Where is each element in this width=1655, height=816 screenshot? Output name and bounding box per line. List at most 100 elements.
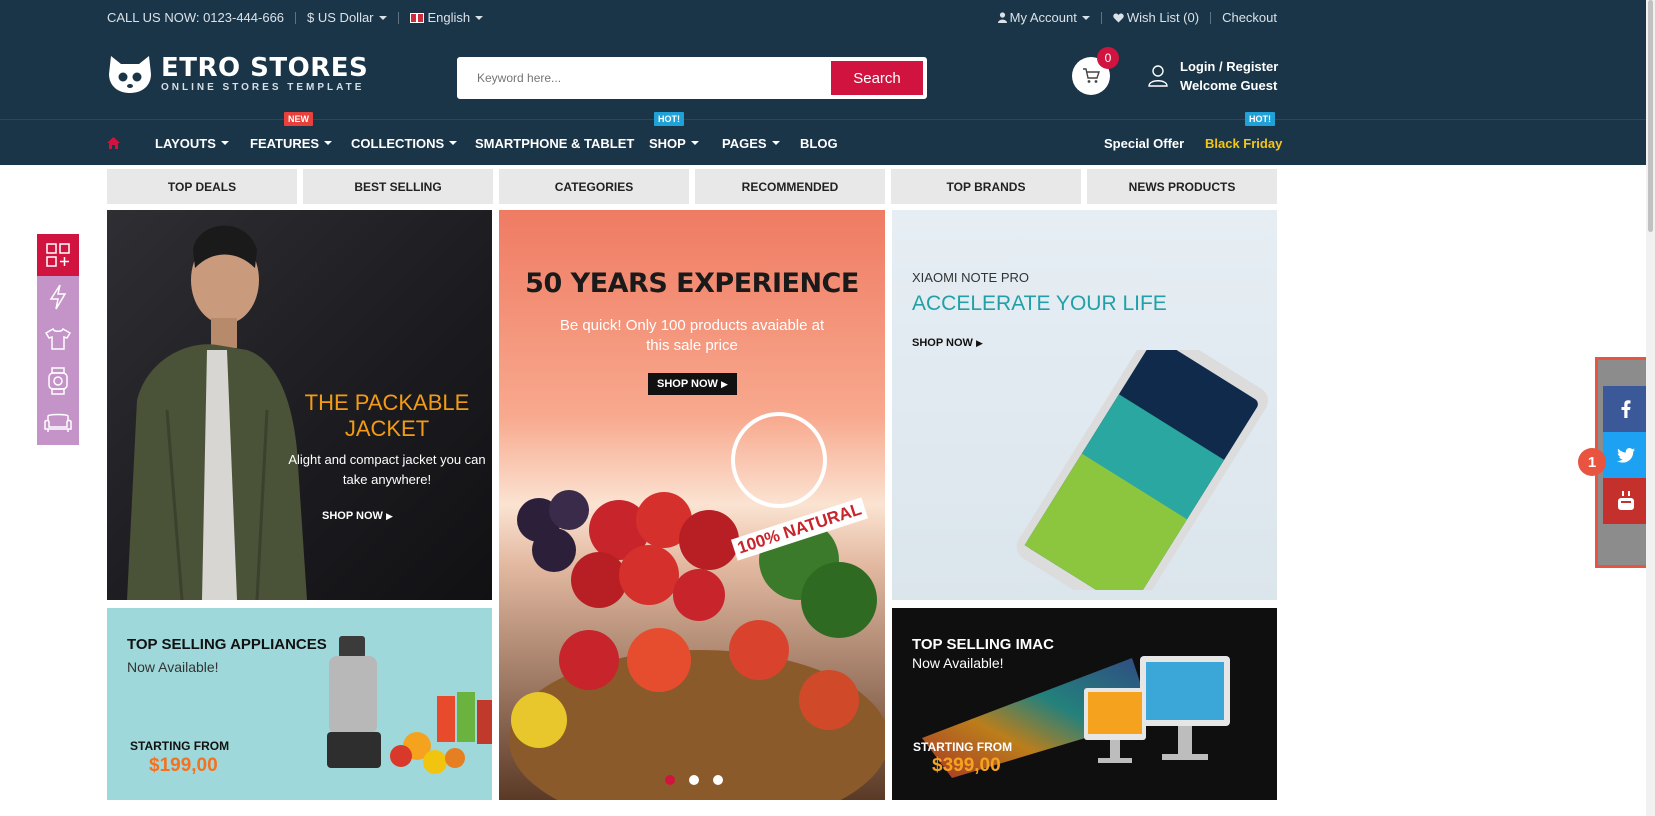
lightning-icon xyxy=(49,284,67,310)
nav-item-label: PAGES xyxy=(722,135,767,151)
login-link[interactable]: Login xyxy=(1180,59,1215,74)
slider-dot[interactable] xyxy=(665,775,675,785)
divider xyxy=(397,11,399,24)
tab-top-brands[interactable]: TOP BRANDS xyxy=(891,169,1081,204)
banner-imac[interactable]: TOP SELLING IMAC Now Available! STARTING… xyxy=(892,608,1277,800)
banner-text: Alight and compact jacket you can take a… xyxy=(288,452,486,487)
uk-flag-icon xyxy=(409,12,424,23)
shop-now-link[interactable]: SHOP NOW ▶ xyxy=(912,337,983,349)
tab-news-products[interactable]: NEWS PRODUCTS xyxy=(1087,169,1277,204)
nav-item-label: Special Offer xyxy=(1104,135,1185,151)
register-link[interactable]: Register xyxy=(1226,59,1278,74)
category-electronics[interactable] xyxy=(37,276,79,318)
social-sidebar xyxy=(1603,386,1649,524)
banner-title: TOP SELLING IMAC xyxy=(912,636,1054,653)
nav-item-shop[interactable]: HOT! SHOP xyxy=(649,112,699,166)
search-input[interactable] xyxy=(459,59,829,97)
banner-xiaomi[interactable]: XIAOMI NOTE PRO ACCELERATE YOUR LIFE SHO… xyxy=(892,210,1277,600)
nav-special-offer[interactable]: Special Offer xyxy=(1104,120,1184,166)
main-nav: LAYOUTS NEW FEATURES COLLECTIONS SMARTPH… xyxy=(0,112,1655,166)
chevron-down-icon xyxy=(449,141,458,145)
twitter-icon xyxy=(1617,447,1635,463)
heart-icon xyxy=(1113,13,1124,22)
nav-item-label: COLLECTIONS xyxy=(351,135,445,151)
search-bar: Search xyxy=(457,57,927,99)
divider xyxy=(295,11,297,24)
nav-item-label: Black Friday xyxy=(1205,135,1283,151)
nav-item-label: SMARTPHONE & TABLET xyxy=(475,135,635,151)
apps-add-button[interactable] xyxy=(37,234,79,276)
category-tabs: TOP DEALS BEST SELLING CATEGORIES RECOMM… xyxy=(107,169,1277,204)
banner-text: Be quick! Only 100 products avaiable at … xyxy=(559,317,825,354)
currency-label: $ US Dollar xyxy=(307,10,374,25)
shop-now-label: SHOP NOW xyxy=(912,337,973,349)
currency-dropdown[interactable]: $ US Dollar xyxy=(307,10,387,25)
tab-top-deals[interactable]: TOP DEALS xyxy=(107,169,297,204)
shopping-cart-icon xyxy=(1083,68,1100,83)
shop-now-button[interactable]: SHOP NOW ▶ xyxy=(648,373,737,395)
price: $399,00 xyxy=(932,755,1001,776)
phone-text: CALL US NOW: 0123-444-666 xyxy=(107,10,285,25)
nav-item-features[interactable]: NEW FEATURES xyxy=(250,112,333,166)
tab-best-selling[interactable]: BEST SELLING xyxy=(303,169,493,204)
chevron-down-icon xyxy=(771,141,780,145)
facebook-icon xyxy=(1621,400,1631,418)
nav-item-collections[interactable]: COLLECTIONS xyxy=(351,120,458,166)
youtube-icon xyxy=(1618,491,1634,510)
banner-appliances[interactable]: TOP SELLING APPLIANCES Now Available! ST… xyxy=(107,608,492,800)
chevron-down-icon xyxy=(475,15,484,20)
shop-now-label: SHOP NOW xyxy=(657,378,718,390)
category-furniture[interactable] xyxy=(37,402,79,444)
checkout-link[interactable]: Checkout xyxy=(1222,10,1277,25)
slider-dot[interactable] xyxy=(713,775,723,785)
banner-jacket[interactable]: THE PACKABLE JACKET Alight and compact j… xyxy=(107,210,492,600)
nav-item-blog[interactable]: BLOG xyxy=(800,120,838,166)
apps-add-icon xyxy=(46,243,70,267)
banner-experience[interactable]: 50 YEARS EXPERIENCE Be quick! Only 100 p… xyxy=(499,210,885,800)
logo[interactable]: ETRO STORES ONLINE STORES TEMPLATE xyxy=(107,54,368,94)
chevron-down-icon xyxy=(1081,15,1090,20)
banner-title: ACCELERATE YOUR LIFE xyxy=(912,292,1167,315)
tab-recommended[interactable]: RECOMMENDED xyxy=(695,169,885,204)
chevron-down-icon xyxy=(220,141,229,145)
category-fashion[interactable] xyxy=(37,318,79,360)
nav-item-label: BLOG xyxy=(800,135,838,151)
divider xyxy=(1100,11,1102,24)
smartwatch-icon xyxy=(48,367,68,395)
nav-home[interactable] xyxy=(107,120,120,166)
user-icon xyxy=(1148,65,1168,87)
sofa-icon xyxy=(44,413,72,432)
nav-black-friday[interactable]: HOT! Black Friday xyxy=(1205,112,1283,166)
nav-item-pages[interactable]: PAGES xyxy=(722,120,780,166)
phone-image xyxy=(1016,350,1268,590)
category-watches[interactable] xyxy=(37,360,79,402)
wishlist-link[interactable]: Wish List (0) xyxy=(1113,10,1199,25)
user-icon xyxy=(997,12,1007,23)
header: ETRO STORES ONLINE STORES TEMPLATE Searc… xyxy=(0,35,1655,119)
banner-subtitle: XIAOMI NOTE PRO xyxy=(912,270,1030,285)
play-arrow-icon: ▶ xyxy=(385,511,393,521)
welcome-text: Welcome Guest xyxy=(1180,78,1278,93)
youtube-button[interactable] xyxy=(1603,478,1649,524)
banner-subtitle: Now Available! xyxy=(127,659,219,675)
divider xyxy=(1210,11,1212,24)
tshirt-icon xyxy=(45,328,71,350)
price: $199,00 xyxy=(149,755,218,776)
scrollbar-thumb[interactable] xyxy=(1648,0,1653,232)
slider-dot[interactable] xyxy=(689,775,699,785)
chevron-down-icon xyxy=(324,141,333,145)
model-image xyxy=(127,225,307,600)
my-account-label: My Account xyxy=(1009,10,1077,25)
language-dropdown[interactable]: English xyxy=(409,10,484,25)
chevron-down-icon xyxy=(690,141,699,145)
shop-now-link[interactable]: SHOP NOW ▶ xyxy=(322,510,393,522)
facebook-button[interactable] xyxy=(1603,386,1649,432)
home-icon xyxy=(107,137,120,149)
left-category-bar xyxy=(37,234,79,445)
tab-categories[interactable]: CATEGORIES xyxy=(499,169,689,204)
nav-item-smartphone-tablet[interactable]: SMARTPHONE & TABLET xyxy=(475,120,634,166)
nav-item-layouts[interactable]: LAYOUTS xyxy=(155,120,229,166)
twitter-button[interactable] xyxy=(1603,432,1649,478)
my-account-dropdown[interactable]: My Account xyxy=(997,10,1090,25)
search-button[interactable]: Search xyxy=(831,61,923,95)
